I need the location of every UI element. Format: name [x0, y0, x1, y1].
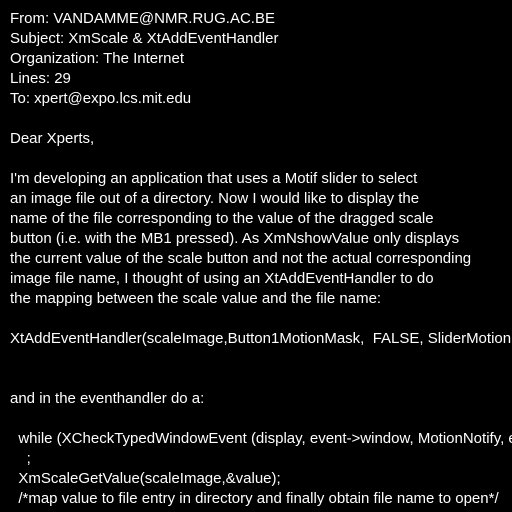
paragraph-line: I'm developing an application that uses …: [10, 170, 418, 187]
intro-line: and in the eventhandler do a:: [10, 390, 205, 407]
code-line: while (XCheckTypedWindowEvent (display, …: [10, 430, 512, 447]
paragraph-line: name of the file corresponding to the va…: [10, 210, 434, 227]
paragraph-line: image file name, I thought of using an X…: [10, 270, 434, 287]
paragraph-line: an image file out of a directory. Now I …: [10, 190, 420, 207]
code-line: ;: [10, 450, 31, 467]
code-line: XmScaleGetValue(scaleImage,&value);: [10, 470, 281, 487]
header-from: From: VANDAMME@NMR.RUG.AC.BE: [10, 10, 275, 27]
header-subject: Subject: XmScale & XtAddEventHandler: [10, 30, 279, 47]
header-to: To: xpert@expo.lcs.mit.edu: [10, 90, 192, 107]
code-call-line: XtAddEventHandler(scaleImage,Button1Moti…: [10, 330, 512, 347]
paragraph-line: the mapping between the scale value and …: [10, 290, 382, 307]
paragraph-line: the current value of the scale button an…: [10, 250, 472, 267]
header-organization: Organization: The Internet: [10, 50, 184, 67]
greeting: Dear Xperts,: [10, 130, 95, 147]
paragraph-line: button (i.e. with the MB1 pressed). As X…: [10, 230, 460, 247]
code-line: /*map value to file entry in directory a…: [10, 490, 499, 507]
message-view: From: VANDAMME@NMR.RUG.AC.BE Subject: Xm…: [0, 0, 512, 512]
header-lines: Lines: 29: [10, 70, 71, 87]
